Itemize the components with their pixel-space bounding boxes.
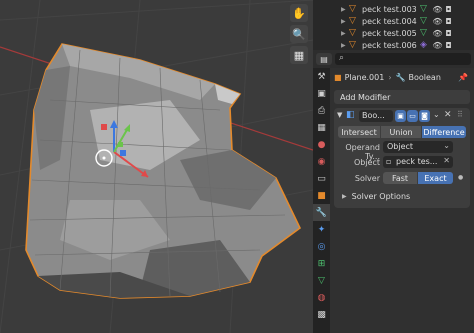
- camera-icon[interactable]: ◘: [443, 5, 454, 14]
- outliner-item-label: peck test.003: [362, 4, 417, 14]
- camera-icon[interactable]: ◘: [443, 29, 454, 38]
- 3d-viewport[interactable]: ✋ 🔍 ▦: [0, 0, 313, 333]
- editor-type-icon[interactable]: ▤: [316, 53, 332, 65]
- outliner-item-label: peck test.005: [362, 28, 417, 38]
- world-tab-icon[interactable]: ◉: [313, 153, 330, 170]
- eye-icon[interactable]: 👁: [432, 17, 443, 26]
- particles-tab-icon[interactable]: ✦: [313, 221, 330, 238]
- outliner-item-label: peck test.004: [362, 16, 417, 26]
- editmode-toggle-icon[interactable]: ▣: [395, 110, 406, 122]
- breadcrumb-object: Plane.001: [344, 72, 385, 82]
- output-tab-icon[interactable]: ⎙: [313, 102, 330, 119]
- render-tab-icon[interactable]: ▣: [313, 85, 330, 102]
- chevron-down-icon[interactable]: ⌄: [433, 110, 440, 119]
- boolean-modifier-box: ▼ ◧ Boo... ▣ ▭ ◙ ⌄ ✕ ⠿ Intersect Union D…: [334, 108, 470, 208]
- breadcrumb-separator: ›: [388, 72, 392, 82]
- mesh-triangle-icon: ▽: [349, 40, 356, 50]
- eye-icon[interactable]: 👁: [432, 41, 443, 50]
- breadcrumb-modifier: Boolean: [408, 72, 441, 82]
- camera-icon[interactable]: ◘: [443, 17, 454, 26]
- camera-icon[interactable]: ◘: [443, 41, 454, 50]
- eye-icon[interactable]: 👁: [432, 5, 443, 14]
- expand-arrow-icon: ▶: [342, 192, 347, 200]
- expand-arrow-icon[interactable]: ▶: [341, 30, 349, 37]
- breadcrumb: ■ Plane.001 › 🔧 Boolean 📌: [334, 71, 470, 83]
- object-tab-icon[interactable]: ■: [313, 187, 330, 204]
- solver-exact[interactable]: Exact: [418, 172, 453, 184]
- viewport-scene: [0, 0, 313, 333]
- modifier-icon: ▽: [420, 16, 427, 26]
- search-input[interactable]: ⌕: [335, 53, 471, 65]
- tool-tab-icon[interactable]: ⚒: [313, 68, 330, 85]
- object-value: peck tes...: [396, 157, 438, 166]
- properties-tabs: ⚒ ▣ ⎙ ▦ ● ◉ ▭ ■ 🔧 ✦ ◎ ⊞ ▽ ◍ ▩: [313, 68, 330, 333]
- constraints-tab-icon[interactable]: ⊞: [313, 255, 330, 272]
- search-icon: ⌕: [339, 53, 345, 63]
- operation-difference[interactable]: Difference: [422, 126, 466, 138]
- dot-indicator-icon[interactable]: ●: [458, 174, 463, 181]
- operand-type-value: Object: [387, 142, 414, 151]
- solver-options-label: Solver Options: [351, 191, 411, 201]
- add-modifier-button[interactable]: Add Modifier: [334, 90, 470, 104]
- data-tab-icon[interactable]: ▽: [313, 272, 330, 289]
- pin-icon[interactable]: 📌: [458, 73, 468, 82]
- mesh-triangle-icon: ▽: [349, 16, 356, 26]
- collapse-arrow-icon[interactable]: ▼: [337, 111, 342, 119]
- collection-tab-icon[interactable]: ▭: [313, 170, 330, 187]
- scene-tab-icon[interactable]: ●: [313, 136, 330, 153]
- modifier-name-field[interactable]: Boo...: [359, 110, 393, 122]
- close-icon[interactable]: ✕: [443, 156, 450, 165]
- texture-tab-icon[interactable]: ▩: [313, 306, 330, 323]
- properties-header: ▤ ⌕: [313, 50, 474, 68]
- right-pane: ▶ ▽ peck test.003 ▽ 👁 ◘ ▶ ▽ peck test.00…: [313, 0, 474, 333]
- outliner-row[interactable]: ▶ ▽ peck test.005 ▽ 👁 ◘: [313, 27, 474, 39]
- drag-handle-icon[interactable]: ⠿: [457, 110, 463, 119]
- boolean-modifier-icon: ◧: [346, 110, 355, 120]
- eye-icon[interactable]: 👁: [432, 29, 443, 38]
- viewport-navigation: ✋ 🔍 ▦: [290, 4, 310, 67]
- outliner-row[interactable]: ▶ ▽ peck test.004 ▽ 👁 ◘: [313, 15, 474, 27]
- solver-options-section[interactable]: ▶ Solver Options: [338, 190, 466, 202]
- magnify-icon[interactable]: 🔍: [290, 25, 308, 43]
- modifier-name: Boo...: [362, 111, 385, 120]
- object-label: Object: [353, 158, 380, 167]
- modifier-tab-icon[interactable]: 🔧: [313, 204, 330, 221]
- object-field[interactable]: ▫ peck tes... ✕: [383, 156, 453, 168]
- object-icon: ■: [334, 72, 342, 82]
- operation-label: Difference: [423, 127, 465, 137]
- solver-option-label: Fast: [391, 173, 409, 183]
- mesh-triangle-icon: ▽: [349, 4, 356, 14]
- operation-union[interactable]: Union: [381, 126, 421, 138]
- view-layer-tab-icon[interactable]: ▦: [313, 119, 330, 136]
- expand-arrow-icon[interactable]: ▶: [341, 18, 349, 25]
- object-square-icon: ▫: [386, 157, 392, 166]
- modifier-icon: ◈: [420, 40, 427, 50]
- mesh-triangle-icon: ▽: [349, 28, 356, 38]
- material-tab-icon[interactable]: ◍: [313, 289, 330, 306]
- modifier-icon: ▽: [420, 4, 427, 14]
- modifier-panel: ■ Plane.001 › 🔧 Boolean 📌 Add Modifier ▼…: [330, 68, 474, 333]
- operation-label: Intersect: [341, 127, 377, 137]
- operand-type-select[interactable]: Object ⌄: [383, 141, 453, 153]
- outliner: ▶ ▽ peck test.003 ▽ 👁 ◘ ▶ ▽ peck test.00…: [313, 0, 474, 51]
- chevron-down-icon: ⌄: [443, 141, 450, 150]
- outliner-row[interactable]: ▶ ▽ peck test.003 ▽ 👁 ◘: [313, 3, 474, 15]
- solver-option-label: Exact: [424, 173, 447, 183]
- physics-tab-icon[interactable]: ◎: [313, 238, 330, 255]
- solver-label: Solver: [354, 174, 380, 183]
- add-modifier-label: Add Modifier: [340, 92, 391, 102]
- hand-icon[interactable]: ✋: [290, 4, 308, 22]
- outliner-item-label: peck test.006: [362, 40, 417, 50]
- operation-intersect[interactable]: Intersect: [338, 126, 380, 138]
- render-toggle-icon[interactable]: ◙: [419, 110, 430, 122]
- solver-fast[interactable]: Fast: [383, 172, 417, 184]
- modifier-icon: ▽: [420, 28, 427, 38]
- viewport-toggle-icon[interactable]: ▭: [407, 110, 418, 122]
- wrench-icon: 🔧: [395, 72, 406, 82]
- expand-arrow-icon[interactable]: ▶: [341, 42, 349, 49]
- grid-icon[interactable]: ▦: [290, 46, 308, 64]
- expand-arrow-icon[interactable]: ▶: [341, 6, 349, 13]
- close-icon[interactable]: ✕: [444, 110, 452, 120]
- operation-label: Union: [389, 127, 413, 137]
